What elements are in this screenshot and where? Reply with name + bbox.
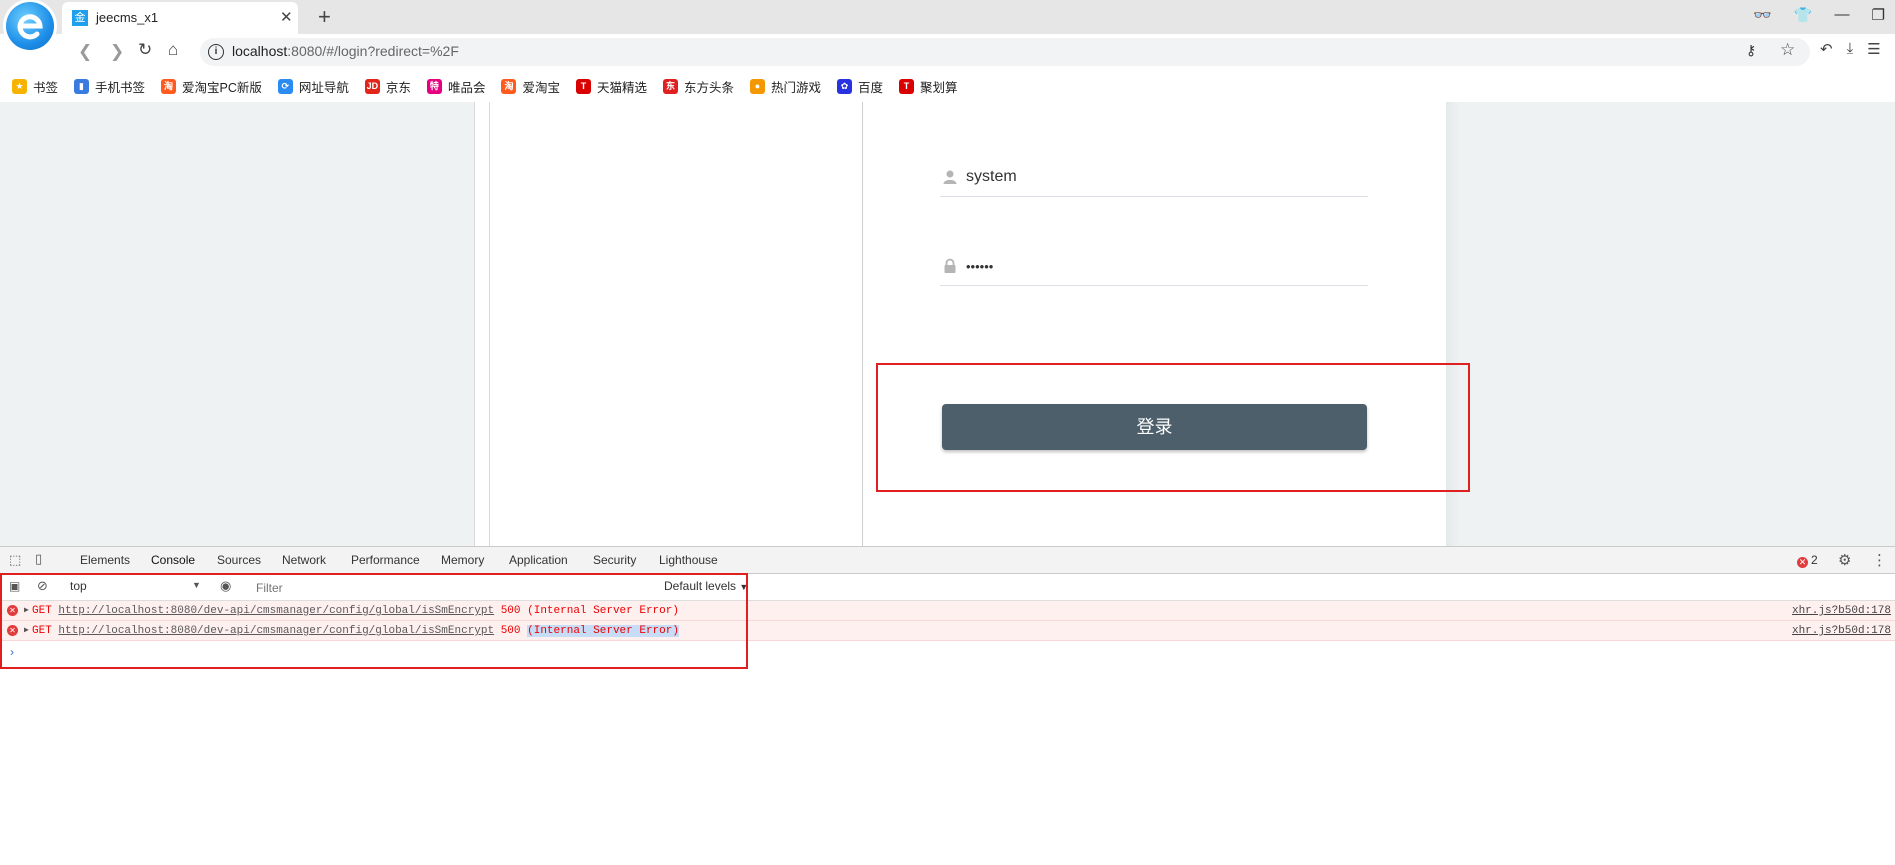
incognito-icon[interactable]: 👓 [1753,6,1772,26]
jd-icon: JD [364,78,380,94]
bookmark-label: 百度 [858,80,884,95]
undo-icon[interactable]: ↶ [1820,40,1833,58]
juhuasuan-icon: T [899,78,915,94]
error-count-badge[interactable]: ✕ 2 [1797,553,1818,568]
username-value: system [966,168,1017,185]
toolbar-right: ↶ ⤓ ☰ [1820,40,1881,58]
devtools-tab-memory[interactable]: Memory [441,553,484,567]
bookmark-item[interactable]: ✿ 百度 [837,77,883,96]
back-icon[interactable]: ❮ [78,42,92,62]
bookmark-label: 手机书签 [95,80,146,95]
source-link[interactable]: xhr.js?b50d:178 [1792,605,1891,617]
devtools-tab-console[interactable]: Console [151,553,195,567]
divider [489,102,490,546]
bookmark-item[interactable]: 东东方头条 [662,77,734,96]
bookmark-item[interactable]: ★ 书签 [12,77,58,96]
home-icon[interactable]: ⌂ [168,40,178,60]
site-info-icon[interactable]: i [208,44,224,60]
bookmark-label: 东方头条 [683,80,734,95]
bookmark-label: 唯品会 [447,80,486,95]
bookmark-item[interactable]: 特唯品会 [426,77,486,96]
window-controls: 👓 👕 — ❐ [1753,6,1885,26]
bookmarks-bar: ★ 书签 ▮ 手机书签淘爱淘宝PC新版 ⟳ 网址导航 JD 京东特唯品会淘爱淘宝 T 天猫精选东东… [0,70,1895,102]
devtools-tab-sources[interactable]: Sources [217,553,261,567]
tab-close-icon[interactable]: ✕ [280,8,293,26]
tab-title: jeecms_x1 [96,10,159,25]
star-icon: ★ [12,78,27,94]
menu-icon[interactable]: ☰ [1867,40,1880,58]
devtools-tab-lighthouse[interactable]: Lighthouse [659,553,718,567]
browser-tab[interactable]: 金 jeecms_x1 ✕ [62,2,298,34]
aitaobao-icon: 淘 [161,78,177,94]
settings-gear-icon[interactable]: ⚙ [1838,551,1851,569]
device-toggle-icon[interactable]: ▯ [35,551,42,567]
download-icon[interactable]: ⤓ [1847,40,1854,58]
bookmark-item[interactable]: T 天猫精选 [575,77,647,96]
bookmark-item[interactable]: T 聚划算 [899,77,958,96]
bookmark-label: 爱淘宝PC新版 [182,80,262,95]
bookmark-item[interactable]: JD 京东 [364,77,411,96]
key-icon[interactable]: ⚷ [1746,42,1756,59]
page-viewport: system •••••• 登录 [0,102,1895,546]
bookmark-item[interactable]: ▮ 手机书签 [74,77,145,96]
tab-favicon-icon: 金 [72,10,88,26]
devtools-tab-application[interactable]: Application [509,553,568,567]
devtools-tab-security[interactable]: Security [593,553,636,567]
browser-logo-icon[interactable] [6,2,54,50]
phone-bookmark-icon: ▮ [74,78,90,94]
bookmark-item[interactable]: ● 热门游戏 [750,77,821,96]
bookmark-label: 聚划算 [920,80,958,95]
skin-icon[interactable]: 👕 [1794,6,1813,26]
bookmark-label: 爱淘宝 [522,80,560,95]
inspect-icon[interactable]: ⬚ [9,552,21,568]
bookmark-label: 京东 [385,80,411,95]
bookmark-item[interactable]: ⟳ 网址导航 [277,77,349,96]
minimize-icon[interactable]: — [1835,6,1850,26]
bookmark-label: 网址导航 [298,80,349,95]
highlight-box-console [0,573,748,669]
lock-icon [944,258,956,273]
bookmark-item[interactable]: 淘爱淘宝PC新版 [161,77,262,96]
username-field[interactable]: system [940,160,1368,197]
devtools-tab-performance[interactable]: Performance [351,553,420,567]
forward-icon[interactable]: ❯ [110,42,124,62]
error-icon: ✕ [1797,557,1808,568]
url-text[interactable]: localhost:8080/#/login?redirect=%2F [232,43,459,59]
password-value: •••••• [966,259,994,274]
bookmark-label: 书签 [33,80,59,95]
new-tab-icon[interactable]: + [318,4,331,30]
login-left-panel [474,102,863,546]
games-icon: ● [750,78,765,94]
source-link[interactable]: xhr.js?b50d:178 [1792,625,1891,637]
more-options-icon[interactable]: ⋮ [1872,551,1887,569]
tmall-icon: T [575,78,591,94]
devtools-tab-elements[interactable]: Elements [80,553,130,567]
vip-icon: 特 [426,78,442,94]
bookmark-star-icon[interactable]: ☆ [1780,40,1795,60]
address-bar[interactable]: i localhost:8080/#/login?redirect=%2F ⚷ … [200,38,1810,66]
baidu-icon: ✿ [837,78,853,94]
bookmark-label: 天猫精选 [596,80,647,95]
aitaobao2-icon: 淘 [501,78,517,94]
restore-icon[interactable]: ❐ [1872,6,1885,26]
nav-icon: ⟳ [277,78,293,94]
devtools-tab-network[interactable]: Network [282,553,326,567]
password-field[interactable]: •••••• [940,249,1368,286]
bookmark-item[interactable]: 淘爱淘宝 [501,77,560,96]
highlight-box-login [876,363,1470,492]
user-icon [943,170,957,184]
devtools-tabbar: ⬚ ▯ ✕ 2 ⚙ ⋮ Elements Console Sources Network… [0,546,1895,574]
bookmark-label: 热门游戏 [771,80,822,95]
dongfang-icon: 东 [662,78,678,94]
reload-icon[interactable]: ↻ [138,40,152,60]
